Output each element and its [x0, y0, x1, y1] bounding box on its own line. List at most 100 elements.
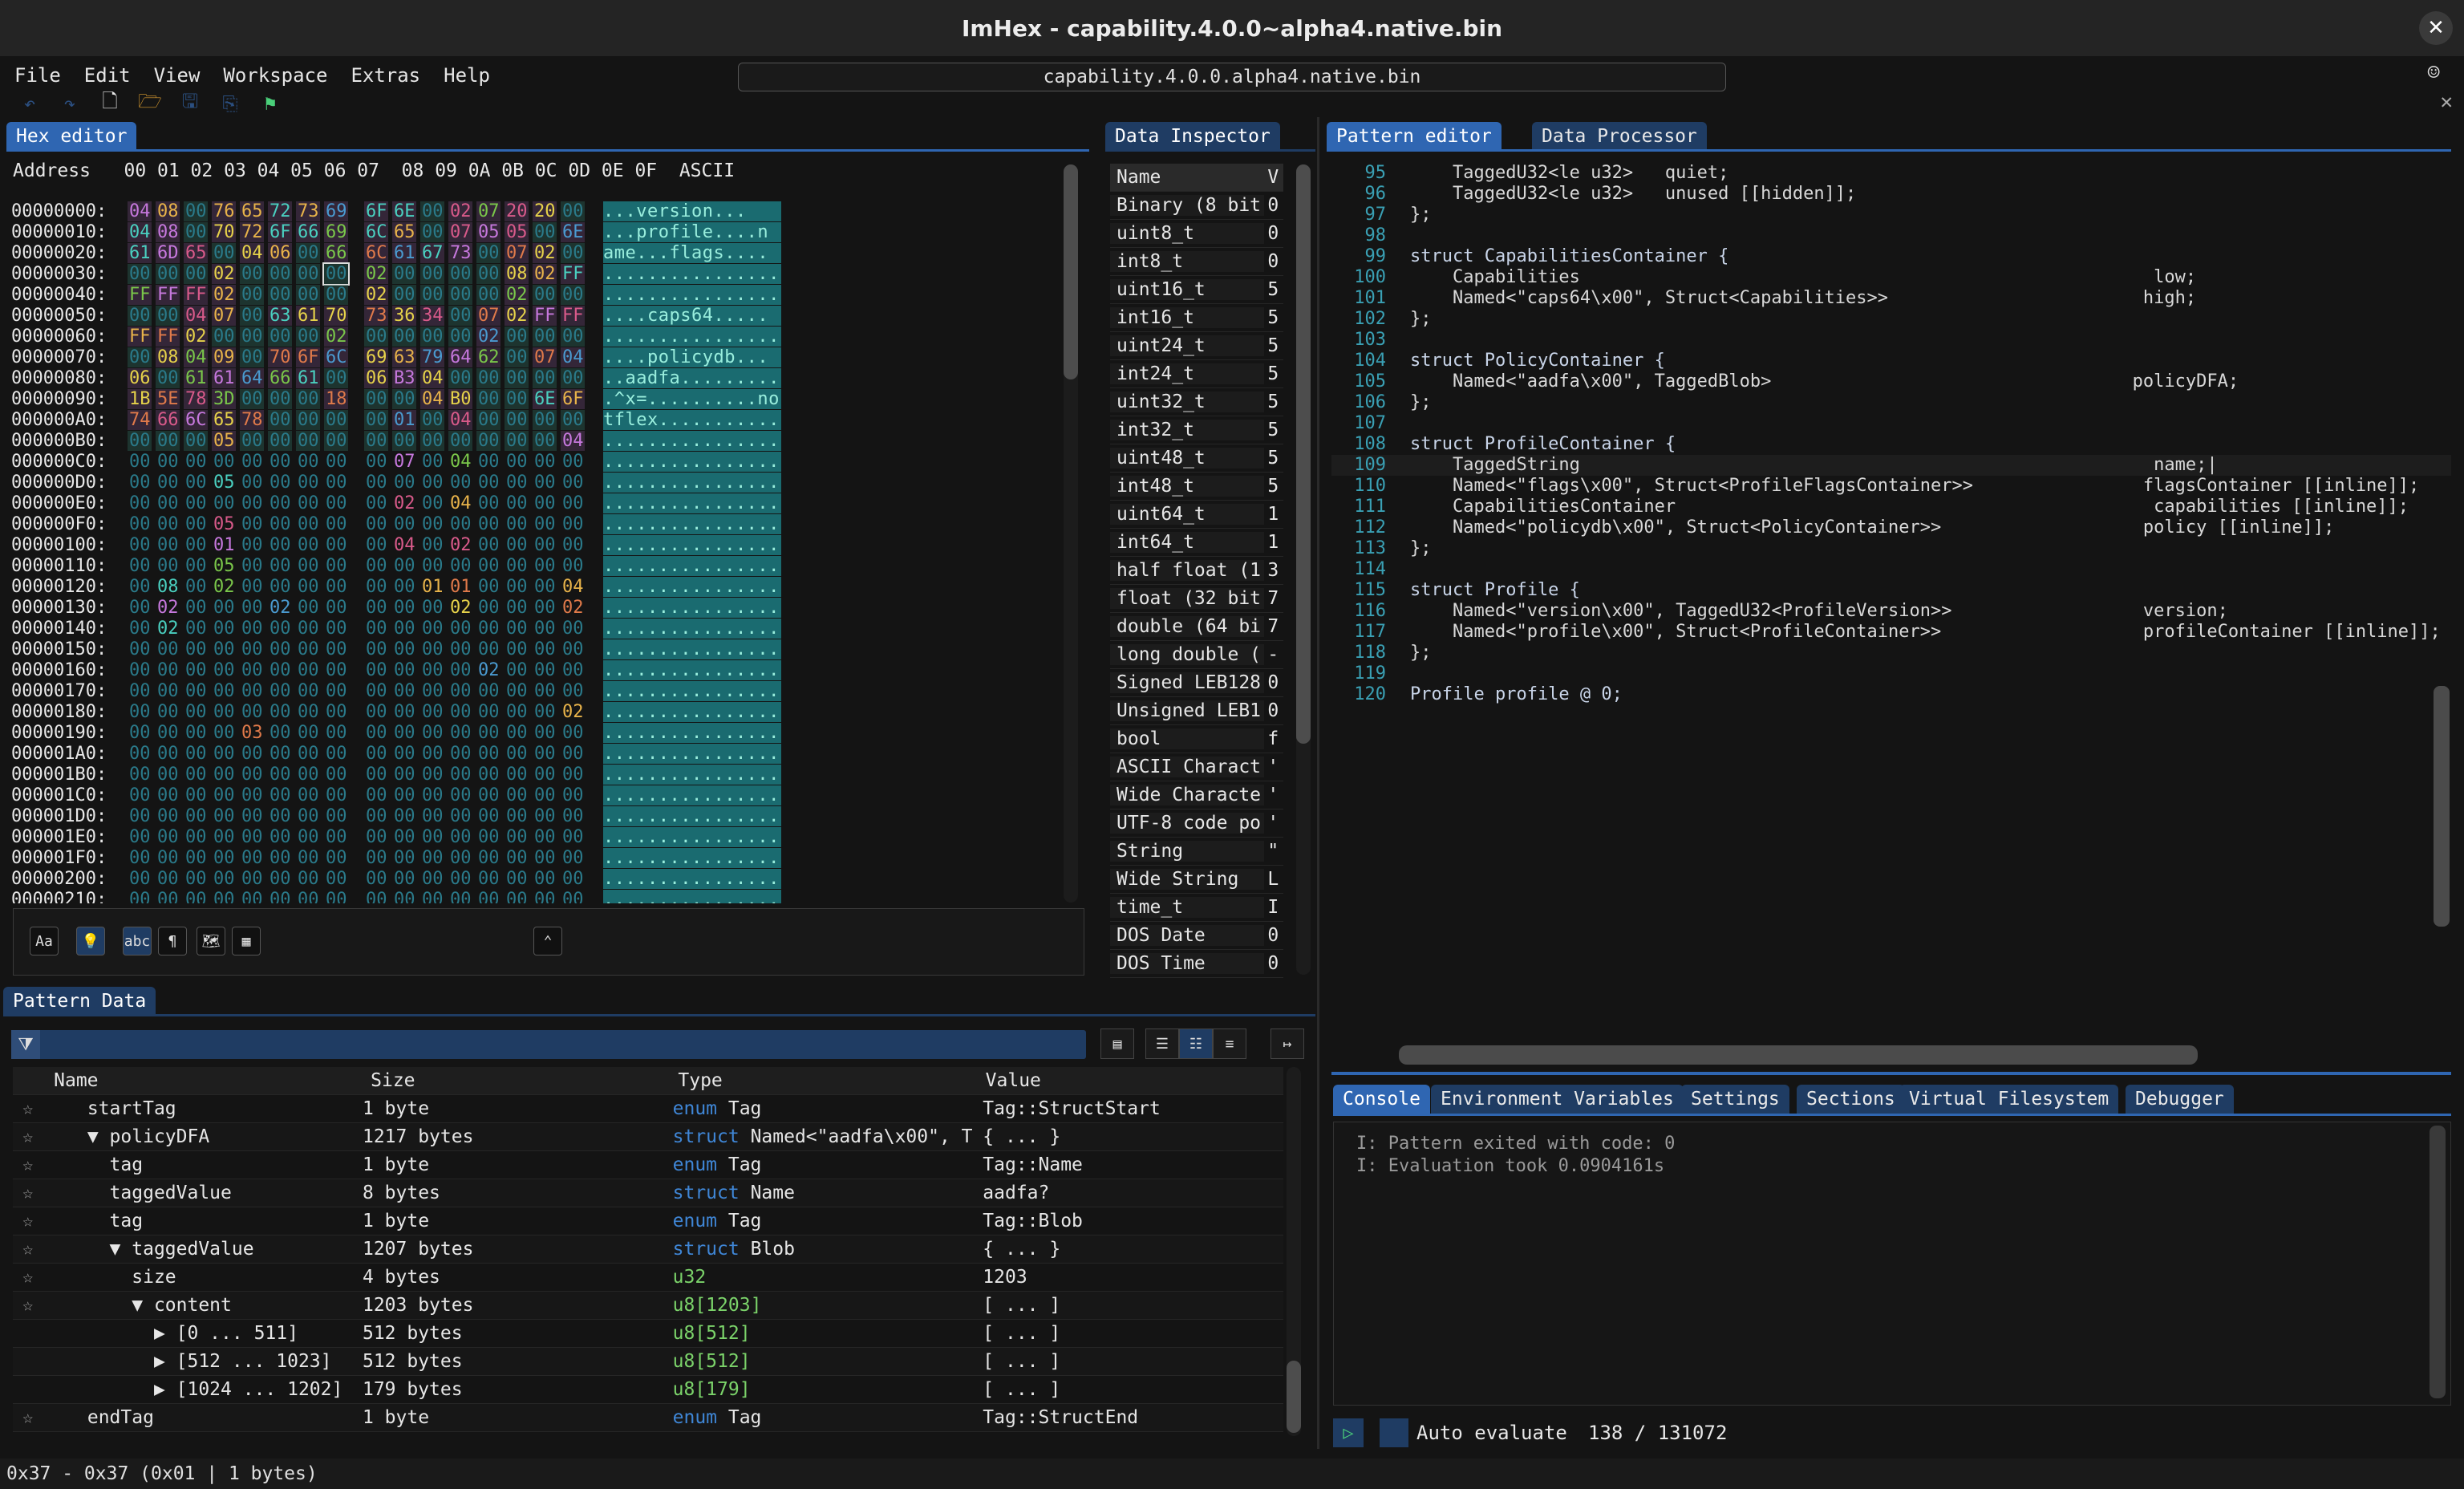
- hex-byte[interactable]: 00: [324, 744, 348, 764]
- hex-byte[interactable]: 00: [324, 890, 348, 904]
- hex-byte[interactable]: 00: [505, 619, 529, 639]
- hex-byte[interactable]: 00: [505, 869, 529, 889]
- hex-byte[interactable]: 00: [240, 806, 264, 826]
- hex-byte[interactable]: 70: [324, 305, 348, 326]
- hex-byte[interactable]: 00: [324, 452, 348, 472]
- hex-byte[interactable]: 00: [324, 473, 348, 493]
- hex-byte[interactable]: 02: [212, 263, 236, 284]
- hex-byte[interactable]: 01: [212, 535, 236, 555]
- hex-byte[interactable]: 00: [128, 744, 152, 764]
- hex-byte[interactable]: 00: [533, 681, 557, 701]
- hex-byte[interactable]: 00: [505, 744, 529, 764]
- hex-byte[interactable]: 00: [420, 702, 444, 722]
- hex-byte[interactable]: 00: [296, 639, 320, 659]
- hex-byte[interactable]: 00: [212, 326, 236, 347]
- hex-byte[interactable]: 00: [533, 556, 557, 576]
- hex-byte[interactable]: 00: [268, 723, 292, 743]
- hex-byte[interactable]: 00: [324, 660, 348, 680]
- hex-byte[interactable]: 00: [324, 639, 348, 659]
- hex-byte[interactable]: 61: [296, 305, 320, 326]
- code-line[interactable]: 97};: [1331, 205, 2451, 225]
- hex-byte[interactable]: 36: [392, 305, 416, 326]
- inspector-header-value[interactable]: V: [1264, 167, 1283, 188]
- console-tab-debugger[interactable]: Debugger: [2126, 1085, 2234, 1114]
- hex-byte[interactable]: 70: [268, 347, 292, 367]
- hex-byte[interactable]: 04: [448, 493, 472, 513]
- hex-byte[interactable]: 00: [268, 409, 292, 430]
- hex-row[interactable]: 00000160: 00 00 00 00 00 00 00 00 00 00 00 00 02 00 00 0…: [11, 659, 861, 680]
- hex-byte[interactable]: 00: [322, 262, 350, 286]
- hex-ascii[interactable]: ................: [603, 326, 781, 347]
- hex-byte[interactable]: 00: [156, 473, 180, 493]
- hex-byte[interactable]: 00: [296, 869, 320, 889]
- jump-icon[interactable]: ↦: [1270, 1029, 1304, 1059]
- hex-row[interactable]: 00000210: 00 00 00 00 00 00 00 00 00 00 00 00 00 00 00 0…: [11, 889, 861, 903]
- hex-byte[interactable]: 00: [476, 430, 500, 451]
- hex-byte[interactable]: 00: [240, 452, 264, 472]
- hex-byte[interactable]: 00: [420, 660, 444, 680]
- console-tab-settings[interactable]: Settings: [1681, 1085, 1789, 1114]
- hex-byte[interactable]: 00: [420, 221, 444, 242]
- hex-byte[interactable]: 00: [240, 869, 264, 889]
- hex-ascii[interactable]: ................: [603, 785, 781, 805]
- hex-byte[interactable]: 00: [448, 848, 472, 868]
- hex-byte[interactable]: 00: [561, 806, 585, 826]
- hex-ascii[interactable]: ................: [603, 513, 781, 534]
- hex-byte[interactable]: 64: [240, 367, 264, 388]
- hex-byte[interactable]: 00: [448, 890, 472, 904]
- hex-byte[interactable]: 00: [156, 430, 180, 451]
- hex-byte[interactable]: 00: [505, 326, 529, 347]
- flat-view-icon[interactable]: ≡: [1213, 1029, 1246, 1059]
- hex-byte[interactable]: 00: [240, 430, 264, 451]
- hex-byte[interactable]: 00: [128, 430, 152, 451]
- hex-byte[interactable]: 00: [448, 556, 472, 576]
- hex-byte[interactable]: 3D: [212, 388, 236, 409]
- hex-byte[interactable]: 00: [533, 660, 557, 680]
- hex-byte[interactable]: 00: [184, 660, 208, 680]
- hex-byte[interactable]: 02: [561, 598, 585, 618]
- code-line[interactable]: 119: [1331, 663, 2451, 684]
- hex-byte[interactable]: 00: [420, 869, 444, 889]
- hex-byte[interactable]: 07: [212, 305, 236, 326]
- hex-byte[interactable]: 02: [156, 598, 180, 618]
- hex-ascii[interactable]: ................: [603, 889, 781, 903]
- hex-byte[interactable]: 00: [296, 409, 320, 430]
- hex-byte[interactable]: 08: [156, 577, 180, 597]
- hex-byte[interactable]: 00: [212, 723, 236, 743]
- inspector-row[interactable]: uint48_t 5: [1110, 444, 1283, 473]
- hex-byte[interactable]: 00: [364, 598, 388, 618]
- pattern-filter-input[interactable]: ⧩: [11, 1030, 1086, 1059]
- hex-byte[interactable]: 00: [212, 785, 236, 805]
- code-line[interactable]: 98: [1331, 225, 2451, 246]
- code-line[interactable]: 118};: [1331, 643, 2451, 663]
- hex-ascii[interactable]: ................: [603, 805, 781, 826]
- hex-byte[interactable]: 00: [156, 744, 180, 764]
- hex-byte[interactable]: 20: [505, 201, 529, 221]
- hex-byte[interactable]: 61: [128, 242, 152, 263]
- hex-ascii[interactable]: ................: [603, 868, 781, 889]
- hex-byte[interactable]: 00: [392, 514, 416, 534]
- code-line[interactable]: 113};: [1331, 538, 2451, 559]
- hex-byte[interactable]: 00: [212, 827, 236, 847]
- hex-byte[interactable]: 00: [184, 619, 208, 639]
- code-line[interactable]: 110 Named<"flags\x00", Struct<ProfileFla…: [1331, 476, 2451, 497]
- hex-byte[interactable]: 00: [533, 284, 557, 305]
- hex-byte[interactable]: 00: [505, 639, 529, 659]
- hex-byte[interactable]: 00: [561, 890, 585, 904]
- hex-byte[interactable]: 00: [505, 890, 529, 904]
- hex-byte[interactable]: 00: [212, 452, 236, 472]
- hex-byte[interactable]: 00: [476, 890, 500, 904]
- hex-byte[interactable]: 00: [156, 493, 180, 513]
- hex-ascii[interactable]: ................: [603, 493, 781, 513]
- table-row[interactable]: ☆ tag 1 byte enum Tag Tag::Name: [13, 1151, 1283, 1179]
- hex-byte[interactable]: 00: [184, 723, 208, 743]
- hex-row[interactable]: 000001D0: 00 00 00 00 00 00 00 00 00 00 00 00 00 00 00 0…: [11, 805, 861, 826]
- hex-byte[interactable]: 00: [561, 827, 585, 847]
- hex-byte[interactable]: 00: [448, 702, 472, 722]
- hex-ascii[interactable]: ...version...: [603, 201, 781, 221]
- hex-byte[interactable]: 00: [448, 765, 472, 785]
- inspector-row[interactable]: uint64_t 1: [1110, 501, 1283, 529]
- hex-byte[interactable]: 00: [392, 556, 416, 576]
- hex-byte[interactable]: 00: [184, 493, 208, 513]
- code-line[interactable]: 105 Named<"aadfa\x00", TaggedBlob> polic…: [1331, 371, 2451, 392]
